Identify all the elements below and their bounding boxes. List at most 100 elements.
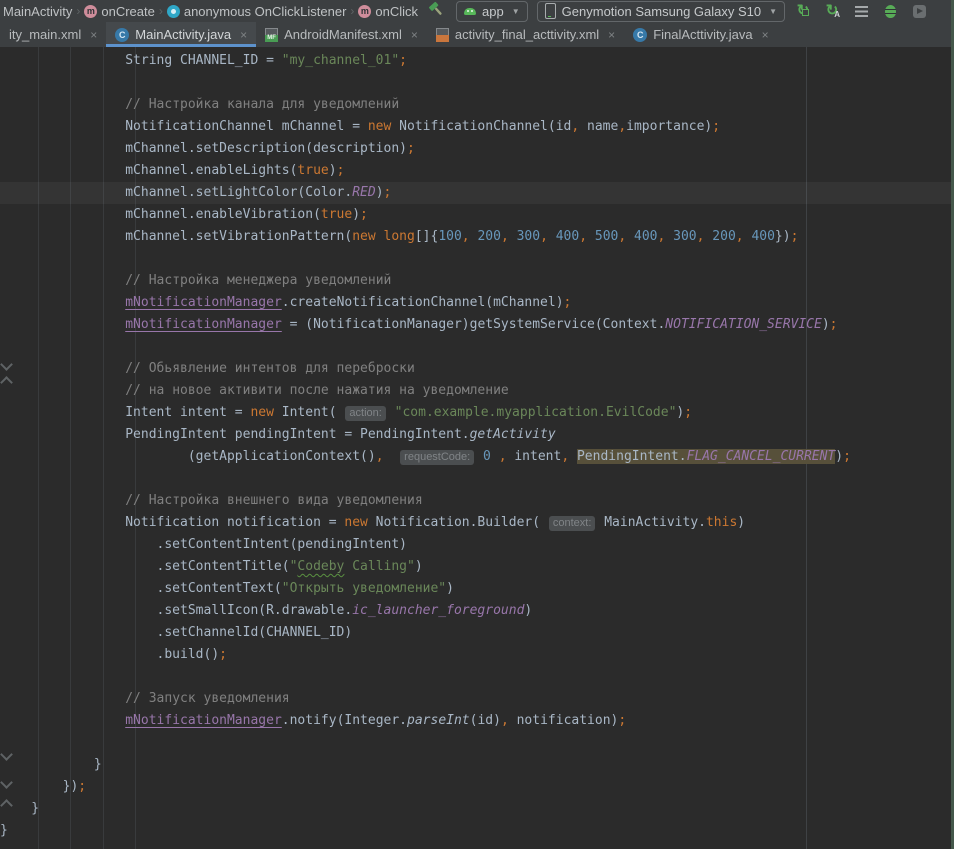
code-line[interactable]: mNotificationManager.createNotificationC… bbox=[0, 292, 954, 314]
code-line[interactable]: // Обьявление интентов для переброски bbox=[0, 358, 954, 380]
code-token: }) bbox=[775, 229, 791, 244]
code-token: , bbox=[501, 229, 517, 244]
build-button[interactable] bbox=[425, 2, 447, 20]
debug-icon[interactable] bbox=[879, 2, 901, 20]
code-token: mChannel.enableVibration( bbox=[0, 207, 321, 222]
breadcrumb-separator: › bbox=[76, 4, 80, 18]
breadcrumb-item-mainactivity[interactable]: MainActivity bbox=[3, 4, 72, 19]
code-token: , bbox=[561, 449, 569, 464]
code-token: ; bbox=[384, 185, 392, 200]
code-token: 0 bbox=[483, 449, 491, 464]
breadcrumb-item-anonymous-onclicklistener[interactable]: anonymous OnClickListener bbox=[167, 4, 347, 19]
code-token bbox=[376, 229, 384, 244]
code-token: parseInt bbox=[407, 713, 470, 728]
code-line[interactable] bbox=[0, 666, 954, 688]
file-page bbox=[265, 28, 278, 35]
apply-changes-icon[interactable]: ↻A bbox=[821, 2, 843, 20]
code-token: PendingIntent. bbox=[577, 449, 687, 464]
code-line[interactable]: (getApplicationContext(), requestCode: 0… bbox=[0, 446, 954, 468]
code-line[interactable]: // Настройка внешнего вида уведомления bbox=[0, 490, 954, 512]
code-line[interactable]: .setSmallIcon(R.drawable.ic_launcher_for… bbox=[0, 600, 954, 622]
code-line[interactable]: .setContentIntent(pendingIntent) bbox=[0, 534, 954, 556]
run-configurations-icon[interactable] bbox=[850, 2, 872, 20]
code-token: , bbox=[376, 449, 384, 464]
code-token bbox=[0, 361, 125, 376]
code-line[interactable]: } bbox=[0, 820, 954, 842]
code-line[interactable]: .build(); bbox=[0, 644, 954, 666]
code-line[interactable]: .setContentText("Открыть уведомление") bbox=[0, 578, 954, 600]
code-line[interactable]: mChannel.setDescription(description); bbox=[0, 138, 954, 160]
code-line[interactable]: .setContentTitle("Codeby Calling") bbox=[0, 556, 954, 578]
tab-finalacttivity-java[interactable]: CFinalActtivity.java× bbox=[624, 22, 777, 47]
code-token: ic_launcher_foreground bbox=[352, 603, 524, 618]
code-line[interactable] bbox=[0, 72, 954, 94]
tab-activity_final_acttivity-xml[interactable]: activity_final_acttivity.xml× bbox=[427, 22, 624, 47]
code-token: Intent( bbox=[274, 405, 344, 420]
profile-icon[interactable] bbox=[908, 2, 930, 20]
code-line[interactable]: .setChannelId(CHANNEL_ID) bbox=[0, 622, 954, 644]
close-icon[interactable]: × bbox=[90, 28, 97, 42]
code-token: // Настройка внешнего вида уведомления bbox=[125, 493, 422, 508]
code-line[interactable]: // на новое активити после нажатия на ув… bbox=[0, 380, 954, 402]
hammer-icon bbox=[428, 1, 445, 21]
close-icon[interactable]: × bbox=[762, 28, 769, 42]
java-class-icon: C bbox=[633, 28, 647, 42]
code-line[interactable]: // Настройка менеджера уведомлений bbox=[0, 270, 954, 292]
code-token: []{ bbox=[415, 229, 438, 244]
code-area[interactable]: String CHANNEL_ID = "my_channel_01"; // … bbox=[0, 50, 954, 842]
code-token: ; bbox=[219, 647, 227, 662]
code-token: , bbox=[462, 229, 478, 244]
code-line[interactable] bbox=[0, 468, 954, 490]
manifest-file-icon: MF bbox=[265, 28, 278, 42]
code-line[interactable]: Notification notification = new Notifica… bbox=[0, 512, 954, 534]
code-token: , bbox=[697, 229, 713, 244]
code-token: ; bbox=[337, 163, 345, 178]
code-line[interactable]: } bbox=[0, 754, 954, 776]
breadcrumb-separator: › bbox=[159, 4, 163, 18]
code-token: ; bbox=[843, 449, 851, 464]
close-icon[interactable]: × bbox=[411, 28, 418, 42]
close-icon[interactable]: × bbox=[608, 28, 615, 42]
code-token: , bbox=[618, 229, 634, 244]
code-line[interactable]: mChannel.enableLights(true); bbox=[0, 160, 954, 182]
run-icon[interactable]: ↻ bbox=[792, 2, 814, 20]
code-line[interactable]: PendingIntent pendingIntent = PendingInt… bbox=[0, 424, 954, 446]
code-token: MainActivity. bbox=[596, 515, 706, 530]
code-line[interactable]: Intent intent = new Intent( action: "com… bbox=[0, 402, 954, 424]
code-line[interactable]: } bbox=[0, 798, 954, 820]
code-line[interactable] bbox=[0, 732, 954, 754]
code-line[interactable]: mChannel.setLightColor(Color.RED); bbox=[0, 182, 954, 204]
square-glyph bbox=[802, 9, 809, 16]
code-token: .setContentIntent(pendingIntent) bbox=[0, 537, 407, 552]
code-line[interactable]: mNotificationManager.notify(Integer.pars… bbox=[0, 710, 954, 732]
code-token bbox=[0, 691, 125, 706]
code-editor[interactable]: String CHANNEL_ID = "my_channel_01"; // … bbox=[0, 47, 954, 849]
code-token bbox=[0, 295, 125, 310]
run-configuration-selector[interactable]: app ▼ bbox=[456, 1, 528, 22]
code-token: .createNotificationChannel(mChannel) bbox=[282, 295, 564, 310]
code-line[interactable]: mNotificationManager = (NotificationMana… bbox=[0, 314, 954, 336]
breadcrumb-item-onclick[interactable]: monClick bbox=[358, 4, 418, 19]
top-toolbar: MainActivity › monCreate › anonymous OnClick… bbox=[0, 0, 954, 23]
code-line[interactable]: mChannel.enableVibration(true); bbox=[0, 204, 954, 226]
code-line[interactable]: // Настройка канала для уведомлений bbox=[0, 94, 954, 116]
code-line[interactable] bbox=[0, 336, 954, 358]
tab-ity_main-xml[interactable]: ity_main.xml× bbox=[0, 22, 106, 47]
code-line[interactable]: String CHANNEL_ID = "my_channel_01"; bbox=[0, 50, 954, 72]
breadcrumb-item-oncreate[interactable]: monCreate bbox=[84, 4, 154, 19]
code-line[interactable]: NotificationChannel mChannel = new Notif… bbox=[0, 116, 954, 138]
code-token: 200 bbox=[712, 229, 735, 244]
code-token: ) bbox=[835, 449, 843, 464]
method-icon: m bbox=[84, 5, 97, 18]
code-line[interactable]: // Запуск уведомления bbox=[0, 688, 954, 710]
code-token: true bbox=[321, 207, 352, 222]
tab-androidmanifest-xml[interactable]: MFAndroidManifest.xml× bbox=[256, 22, 427, 47]
code-line[interactable]: }); bbox=[0, 776, 954, 798]
code-line[interactable] bbox=[0, 248, 954, 270]
code-line[interactable]: mChannel.setVibrationPattern(new long[]{… bbox=[0, 226, 954, 248]
device-selector[interactable]: Genymotion Samsung Galaxy S10 ▼ bbox=[537, 1, 785, 22]
anonymous-class-icon bbox=[167, 5, 180, 18]
code-token: new bbox=[352, 229, 375, 244]
tab-mainactivity-java[interactable]: CMainActivity.java× bbox=[106, 22, 256, 47]
close-icon[interactable]: × bbox=[240, 28, 247, 42]
